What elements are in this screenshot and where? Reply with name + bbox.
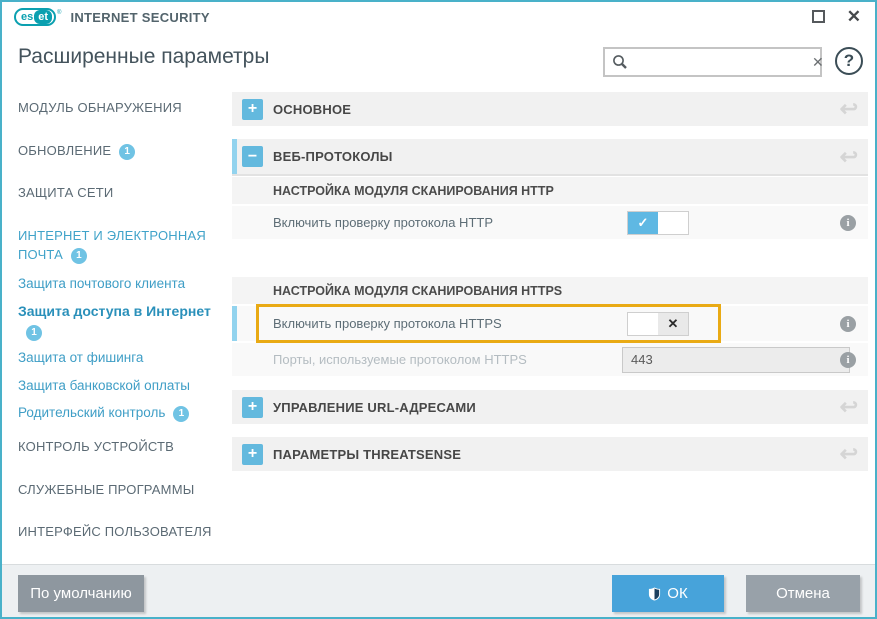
https-toggle-label: Включить проверку протокола HTTPS <box>273 316 868 331</box>
section-threatsense[interactable]: + ПАРАМЕТРЫ THREATSENSE ↩ <box>232 437 868 471</box>
expand-icon[interactable]: + <box>242 397 263 418</box>
parental-badge: 1 <box>173 406 189 422</box>
footer: По умолчанию ОК Отмена <box>2 564 875 619</box>
search-input[interactable] <box>628 49 812 75</box>
http-scanner-group-title: НАСТРОЙКА МОДУЛЯ СКАНИРОВАНИЯ HTTP <box>273 184 554 198</box>
info-icon[interactable]: i <box>840 215 856 231</box>
default-button[interactable]: По умолчанию <box>18 575 144 612</box>
section-url-management-title: УПРАВЛЕНИЕ URL-АДРЕСАМИ <box>273 400 476 415</box>
cancel-button[interactable]: Отмена <box>746 575 860 612</box>
sidebar: МОДУЛЬ ОБНАРУЖЕНИЯ ОБНОВЛЕНИЕ1 ЗАЩИТА СЕ… <box>2 90 232 564</box>
page-title: Расширенные параметры <box>18 45 269 69</box>
revert-icon[interactable]: ↩ <box>840 443 858 465</box>
sidebar-item-user-interface[interactable]: ИНТЕРФЕЙС ПОЛЬЗОВАТЕЛЯ <box>18 522 222 542</box>
section-web-protocols[interactable]: − ВЕБ-ПРОТОКОЛЫ ↩ <box>232 139 868 176</box>
eset-logo: es et ® INTERNET SECURITY <box>14 8 210 26</box>
section-threatsense-title: ПАРАМЕТРЫ THREATSENSE <box>273 447 461 462</box>
http-scanner-group-header: НАСТРОЙКА МОДУЛЯ СКАНИРОВАНИЯ HTTP <box>232 177 868 204</box>
https-toggle-row: Включить проверку протокола HTTPS ✕ i <box>232 304 868 341</box>
settings-panel: + ОСНОВНОЕ ↩ − ВЕБ-ПРОТОКОЛЫ ↩ НАСТРОЙКА… <box>232 90 868 564</box>
expand-icon[interactable]: + <box>242 99 263 120</box>
uac-shield-icon <box>648 587 661 601</box>
eset-settings-window: es et ® INTERNET SECURITY ✕ Расширенные … <box>0 0 877 619</box>
section-web-protocols-title: ВЕБ-ПРОТОКОЛЫ <box>273 149 393 164</box>
revert-icon[interactable]: ↩ <box>840 396 858 418</box>
https-toggle-switch[interactable]: ✕ <box>627 312 689 336</box>
https-ports-row: Порты, используемые протоколом HTTPS i <box>232 341 868 376</box>
section-basic-title: ОСНОВНОЕ <box>273 102 351 117</box>
product-name: INTERNET SECURITY <box>70 10 209 25</box>
http-toggle-label: Включить проверку протокола HTTP <box>273 215 868 230</box>
sidebar-item-update[interactable]: ОБНОВЛЕНИЕ1 <box>18 141 222 161</box>
info-icon[interactable]: i <box>840 316 856 332</box>
modified-marker <box>232 306 237 341</box>
info-icon[interactable]: i <box>840 352 856 368</box>
search-box[interactable]: ✕ <box>603 47 822 77</box>
revert-icon[interactable]: ↩ <box>840 98 858 120</box>
https-scanner-group-title: НАСТРОЙКА МОДУЛЯ СКАНИРОВАНИЯ HTTPS <box>273 284 562 298</box>
titlebar: es et ® INTERNET SECURITY ✕ <box>2 2 875 34</box>
sidebar-item-web-email[interactable]: ИНТЕРНЕТ И ЭЛЕКТРОННАЯ ПОЧТА1 <box>18 226 222 265</box>
close-button[interactable]: ✕ <box>847 9 861 24</box>
sidebar-item-parental-control[interactable]: Родительский контроль1 <box>18 403 222 423</box>
maximize-button[interactable] <box>812 10 825 23</box>
registered-mark: ® <box>57 10 61 16</box>
expand-icon[interactable]: + <box>242 444 263 465</box>
collapse-icon[interactable]: − <box>242 146 263 167</box>
section-url-management[interactable]: + УПРАВЛЕНИЕ URL-АДРЕСАМИ ↩ <box>232 390 868 424</box>
sidebar-item-antiphishing[interactable]: Защита от фишинга <box>18 348 222 368</box>
sidebar-item-network-protection[interactable]: ЗАЩИТА СЕТИ <box>18 183 222 203</box>
http-toggle-row: Включить проверку протокола HTTP ✓ i <box>232 204 868 239</box>
help-button[interactable]: ? <box>835 47 863 75</box>
web-access-badge: 1 <box>26 325 42 341</box>
https-ports-input[interactable] <box>622 347 850 373</box>
eset-logo-text-et: et <box>34 10 52 24</box>
https-scanner-group-header: НАСТРОЙКА МОДУЛЯ СКАНИРОВАНИЯ HTTPS <box>232 277 868 304</box>
revert-icon[interactable]: ↩ <box>840 146 858 168</box>
sidebar-item-email-client-protection[interactable]: Защита почтового клиента <box>18 274 222 294</box>
web-email-badge: 1 <box>71 248 87 264</box>
eset-logo-text-es: es <box>21 11 33 23</box>
toggle-check-icon: ✓ <box>628 212 658 234</box>
sidebar-item-web-access-protection[interactable]: Защита доступа в Интернет1 <box>18 301 222 342</box>
header: Расширенные параметры ✕ ? <box>2 34 875 90</box>
sidebar-item-banking-protection[interactable]: Защита банковской оплаты <box>18 376 222 396</box>
ok-button[interactable]: ОК <box>612 575 724 612</box>
toggle-cross-icon: ✕ <box>658 313 688 335</box>
search-clear-icon[interactable]: ✕ <box>812 54 824 71</box>
http-toggle-switch[interactable]: ✓ <box>627 211 689 235</box>
eset-logo-pill: es et <box>14 8 56 26</box>
sidebar-item-detection-module[interactable]: МОДУЛЬ ОБНАРУЖЕНИЯ <box>18 98 222 118</box>
search-icon <box>612 54 628 70</box>
update-badge: 1 <box>119 144 135 160</box>
modified-marker <box>232 139 237 174</box>
sidebar-item-device-control[interactable]: КОНТРОЛЬ УСТРОЙСТВ <box>18 437 222 457</box>
section-basic[interactable]: + ОСНОВНОЕ ↩ <box>232 92 868 126</box>
sidebar-item-tools[interactable]: СЛУЖЕБНЫЕ ПРОГРАММЫ <box>18 480 222 500</box>
